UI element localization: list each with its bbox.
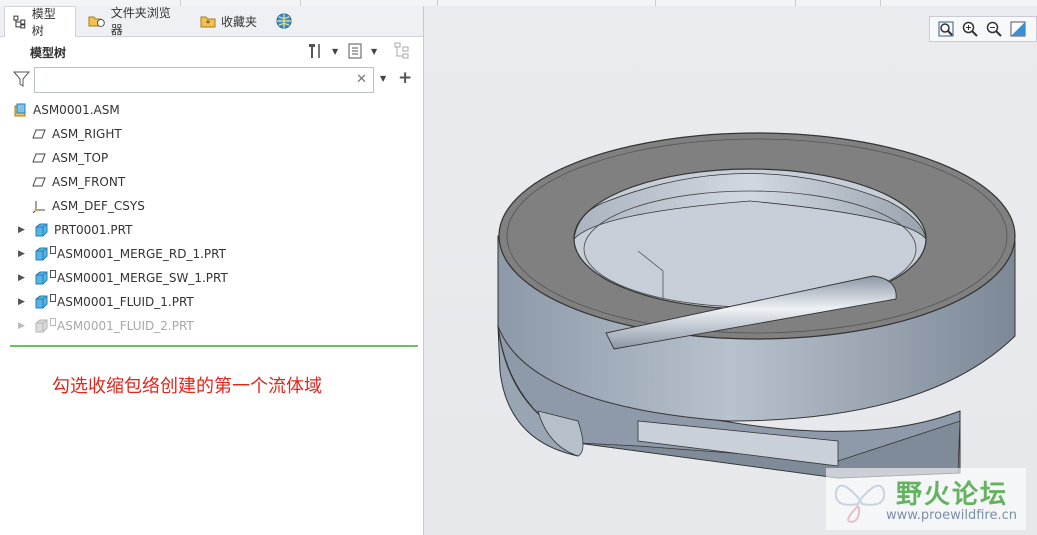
graphics-toolbar xyxy=(929,16,1037,42)
chevron-down-icon: ▼ xyxy=(332,46,339,56)
graphics-window[interactable]: 野火论坛 www.proewildfire.cn xyxy=(424,6,1037,535)
list-settings-icon xyxy=(348,43,362,59)
tools-icon xyxy=(309,44,320,58)
tree-item[interactable]: ASM0001.ASM xyxy=(13,98,120,122)
zoom-fit-icon xyxy=(938,21,954,37)
tree-item[interactable]: ▶ ASM0001_FLUID_2.PRT xyxy=(18,314,194,338)
tree-columns-button[interactable] xyxy=(393,41,413,61)
status-marker-icon xyxy=(50,318,56,326)
part-icon xyxy=(34,319,48,333)
zoom-fit-button[interactable] xyxy=(936,19,956,39)
csys-icon xyxy=(32,199,46,214)
tree-item[interactable]: ▶ PRT0001.PRT xyxy=(18,218,132,242)
part-icon xyxy=(34,295,48,309)
datum-plane-icon xyxy=(32,175,46,189)
fluid-domain-model[interactable] xyxy=(488,121,1037,491)
expand-arrow-icon[interactable]: ▶ xyxy=(18,225,28,235)
status-marker-icon xyxy=(50,270,56,278)
zoom-out-icon xyxy=(986,21,1002,37)
tab-model-tree-label: 模型树 xyxy=(31,7,56,38)
svg-text:*: * xyxy=(206,19,210,28)
tree-item-label: ASM0001.ASM xyxy=(33,103,120,117)
separator-line xyxy=(10,345,418,347)
assembly-icon xyxy=(13,103,27,117)
tree-item-label: ASM0001_FLUID_1.PRT xyxy=(57,295,194,309)
navigator-tabs: 模型树 文件夹浏览器 * 收藏夹 xyxy=(0,6,423,38)
tree-item-label: ASM_FRONT xyxy=(52,175,126,189)
expand-arrow-icon[interactable]: ▶ xyxy=(18,249,28,259)
zoom-out-button[interactable] xyxy=(984,19,1004,39)
datum-plane-icon xyxy=(32,151,46,165)
tree-item[interactable]: ▶ ASM0001_MERGE_RD_1.PRT xyxy=(18,242,226,266)
tree-item[interactable]: ASM_DEF_CSYS xyxy=(32,194,145,218)
add-icon[interactable]: + xyxy=(398,68,412,88)
tree-item-label: ASM_DEF_CSYS xyxy=(52,199,145,213)
search-options-chevron-icon[interactable]: ▼ xyxy=(380,74,386,83)
tab-favorites[interactable]: * 收藏夹 xyxy=(192,6,266,36)
tree-item[interactable]: ▶ ASM0001_MERGE_SW_1.PRT xyxy=(18,266,228,290)
clear-search-icon[interactable]: ✕ xyxy=(356,72,367,87)
tree-item-label: PRT0001.PRT xyxy=(54,223,133,237)
expand-arrow-icon[interactable]: ▶ xyxy=(18,297,28,307)
tree-item-label: ASM_RIGHT xyxy=(52,127,122,141)
tree-filter-icon xyxy=(394,42,409,59)
forum-watermark: 野火论坛 www.proewildfire.cn xyxy=(826,468,1026,530)
repaint-button[interactable] xyxy=(1008,19,1028,39)
settings-dropdown-button[interactable]: ▼ xyxy=(306,42,338,60)
tree-item[interactable]: ▶ ASM0001_FLUID_1.PRT xyxy=(18,290,194,314)
navigator-panel: 模型树 文件夹浏览器 * 收藏夹 模型树 ▼ ▼ ✕ ▼ + ASM0001.A… xyxy=(0,6,424,535)
repaint-icon xyxy=(1010,21,1026,37)
tab-folder-browser-label: 文件夹浏览器 xyxy=(110,6,171,37)
datum-plane-icon xyxy=(32,127,46,141)
tab-folder-browser[interactable]: 文件夹浏览器 xyxy=(80,6,190,37)
tree-item[interactable]: ASM_TOP xyxy=(32,146,108,170)
search-input[interactable] xyxy=(39,71,353,91)
watermark-title: 野火论坛 xyxy=(896,480,1009,510)
show-dropdown-button[interactable]: ▼ xyxy=(347,42,377,60)
status-marker-icon xyxy=(50,246,56,254)
search-field[interactable]: ✕ xyxy=(34,67,374,93)
part-icon xyxy=(34,247,48,261)
butterfly-logo-icon xyxy=(834,484,886,524)
panel-title: 模型树 xyxy=(30,46,67,60)
filter-icon[interactable] xyxy=(13,71,31,87)
tree-item-label: ASM0001_MERGE_RD_1.PRT xyxy=(57,247,226,261)
tab-favorites-label: 收藏夹 xyxy=(221,14,258,29)
watermark-url: www.proewildfire.cn xyxy=(886,508,1017,523)
expand-arrow-icon[interactable]: ▶ xyxy=(18,321,28,331)
status-marker-icon xyxy=(50,294,56,302)
tree-item[interactable]: ASM_RIGHT xyxy=(32,122,122,146)
expand-arrow-icon[interactable]: ▶ xyxy=(18,273,28,283)
annotation-text: 勾选收缩包络创建的第一个流体域 xyxy=(52,376,322,397)
zoom-in-icon xyxy=(962,21,978,37)
folder-browser-icon xyxy=(88,16,105,27)
part-icon xyxy=(34,223,48,237)
tree-item-label: ASM_TOP xyxy=(52,151,109,165)
tree-item-label: ASM0001_MERGE_SW_1.PRT xyxy=(57,271,228,285)
zoom-in-button[interactable] xyxy=(960,19,980,39)
part-icon xyxy=(34,271,48,285)
tab-model-tree[interactable]: 模型树 xyxy=(4,6,76,38)
tree-item-label: ASM0001_FLUID_2.PRT xyxy=(57,319,194,333)
web-browser-icon xyxy=(276,13,292,29)
tree-item[interactable]: ASM_FRONT xyxy=(32,170,125,194)
chevron-down-icon: ▼ xyxy=(371,46,378,56)
favorites-icon: * xyxy=(200,16,216,28)
tab-web-browser[interactable] xyxy=(268,6,300,36)
model-tree-icon xyxy=(13,15,26,29)
